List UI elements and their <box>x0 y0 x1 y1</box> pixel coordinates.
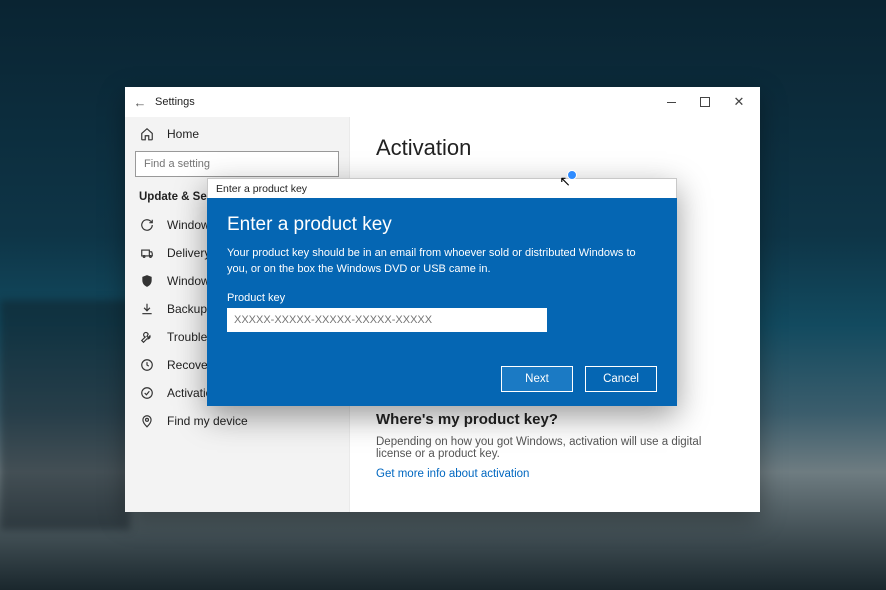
cursor-icon: ↖ <box>559 173 571 190</box>
check-icon <box>139 386 155 400</box>
section-text: Depending on how you got Windows, activa… <box>376 436 734 460</box>
more-info-link[interactable]: Get more info about activation <box>376 468 529 480</box>
shield-icon <box>139 274 155 288</box>
dialog-explain: Your product key should be in an email f… <box>227 246 657 278</box>
sidebar-item-label: Find my device <box>167 414 248 428</box>
dialog-heading: Enter a product key <box>227 214 657 236</box>
minimize-button[interactable] <box>654 87 688 117</box>
recovery-icon <box>139 358 155 372</box>
close-button[interactable]: ✕ <box>722 87 756 117</box>
sync-icon <box>139 218 155 232</box>
dialog-titlebar[interactable]: Enter a product key ↖ <box>207 178 677 198</box>
window-title: Settings <box>155 96 195 108</box>
cancel-button[interactable]: Cancel <box>585 366 657 392</box>
wrench-icon <box>139 330 155 344</box>
back-button[interactable]: ← <box>125 95 155 110</box>
product-key-dialog: Enter a product key ↖ Enter a product ke… <box>207 178 677 406</box>
home-label: Home <box>167 127 199 141</box>
delivery-icon <box>139 246 155 260</box>
backup-icon <box>139 302 155 316</box>
dialog-titlebar-text: Enter a product key <box>216 183 307 195</box>
sidebar-item-home[interactable]: Home <box>125 125 349 151</box>
location-icon <box>139 414 155 428</box>
titlebar: ← Settings ✕ <box>125 87 760 117</box>
sidebar-item-find-my-device[interactable]: Find my device <box>125 407 349 435</box>
section-heading: Where's my product key? <box>376 411 734 428</box>
product-key-label: Product key <box>227 292 657 304</box>
search-input[interactable] <box>135 151 339 177</box>
home-icon <box>139 127 155 141</box>
page-title: Activation <box>376 135 734 161</box>
next-button[interactable]: Next <box>501 366 573 392</box>
product-key-input[interactable] <box>227 308 547 332</box>
sidebar-item-label: Backup <box>167 302 207 316</box>
maximize-button[interactable] <box>688 87 722 117</box>
